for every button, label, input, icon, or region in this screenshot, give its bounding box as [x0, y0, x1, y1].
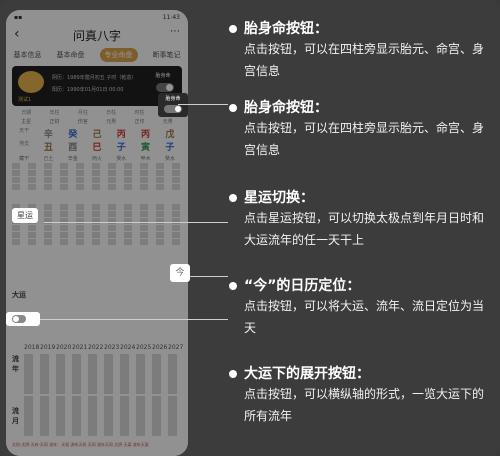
annotation-title: 星运切换：: [244, 190, 314, 206]
today-button[interactable]: 今: [170, 264, 190, 282]
xingyun-button[interactable]: 星运: [12, 208, 38, 223]
annotation-title: 胎身命按钮：: [244, 21, 328, 37]
leader-line-4: [40, 319, 228, 320]
bullet-1: [229, 25, 237, 33]
stage: ▪▪ 11:43 ‹ 问真八字 ⋯ 基本信息 基本命盘 专业命盘 断事笔记 阴历…: [0, 0, 500, 456]
annotation-title: 大运下的展开按钮：: [244, 366, 370, 382]
annotation-body: 点击星运按钮，可以切换太极点到年月日时和大运流年的任一天干上: [244, 211, 485, 247]
bullet-2: [229, 104, 237, 112]
annotation-body: 点击按钮，可以横纵轴的形式，一览大运下的所有流年: [244, 387, 485, 423]
annotation-1: 胎身命按钮： 点击按钮，可以在四柱旁显示胎元、命宫、身宫信息: [244, 20, 489, 82]
leader-line-3: [190, 276, 228, 277]
leader-line-2: [44, 222, 228, 223]
phone-screen: ▪▪ 11:43 ‹ 问真八字 ⋯ 基本信息 基本命盘 专业命盘 断事笔记 阴历…: [6, 10, 188, 456]
bullet-5: [229, 370, 237, 378]
annotation-5: 大运下的展开按钮： 点击按钮，可以横纵轴的形式，一览大运下的所有流年: [244, 365, 489, 427]
annotation-body: 点击按钮，可以在四柱旁显示胎元、命宫、身宫信息: [244, 121, 485, 157]
dayun-expand-toggle[interactable]: [6, 312, 40, 326]
annotation-body: 点击按钮，可以将大运、流年、流日定位为当天: [244, 299, 485, 335]
annotation-title: 胎身命按钮：: [244, 100, 328, 116]
taishenming-label-highlight: 胎身命: [165, 96, 181, 102]
annotation-body: 点击按钮，可以在四柱旁显示胎元、命宫、身宫信息: [244, 42, 485, 78]
annotation-3: 星运切换： 点击星运按钮，可以切换太极点到年月日时和大运流年的任一天干上: [244, 189, 489, 251]
bullet-4: [229, 282, 237, 290]
bullet-3: [229, 194, 237, 202]
dim-overlay: [6, 10, 188, 456]
taishenming-button-highlight[interactable]: 胎身命: [158, 93, 188, 117]
taishenming-toggle-highlight[interactable]: [164, 105, 182, 113]
toggle-knob: [12, 315, 26, 323]
annotation-4: “今”的日历定位： 点击按钮，可以将大运、流年、流日定位为当天: [244, 277, 489, 339]
annotation-2: 胎身命按钮： 点击按钮，可以在四柱旁显示胎元、命宫、身宫信息: [244, 99, 489, 161]
annotation-title: “今”的日历定位：: [244, 278, 361, 294]
leader-line-1: [178, 104, 228, 105]
